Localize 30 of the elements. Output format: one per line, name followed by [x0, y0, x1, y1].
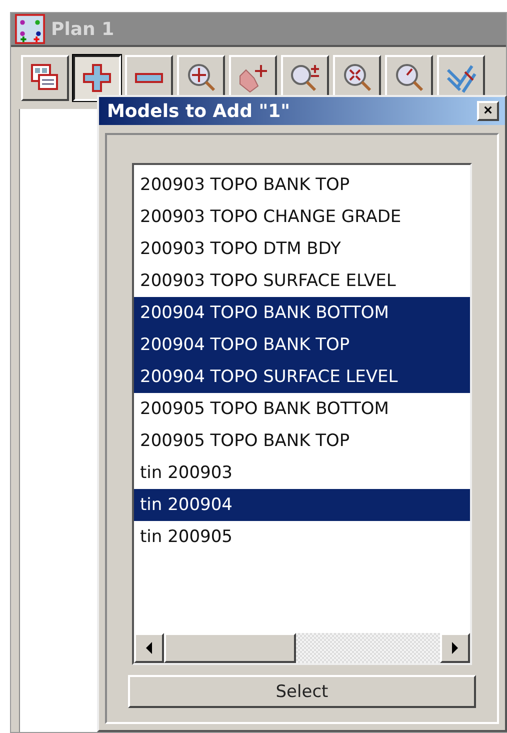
- crossed-lines-icon: [445, 62, 477, 94]
- model-list-item[interactable]: 200904 TOPO BANK BOTTOM: [134, 297, 470, 329]
- magnifier-icon: [185, 62, 217, 94]
- model-list-item[interactable]: 200903 TOPO DTM BDY: [134, 233, 470, 265]
- model-list-item[interactable]: tin 200905: [134, 521, 470, 553]
- horizontal-scrollbar[interactable]: [134, 633, 470, 663]
- model-list-item[interactable]: 200905 TOPO BANK BOTTOM: [134, 393, 470, 425]
- dialog-title: Models to Add "1": [107, 100, 290, 122]
- close-button[interactable]: ×: [477, 101, 499, 121]
- app-icon: [15, 14, 45, 44]
- model-list-item[interactable]: 200903 TOPO CHANGE GRADE: [134, 201, 470, 233]
- model-list-item[interactable]: 200905 TOPO BANK TOP: [134, 425, 470, 457]
- scroll-right-button[interactable]: [440, 633, 470, 663]
- model-list-item[interactable]: 200903 TOPO BANK TOP: [134, 169, 470, 201]
- model-list-item[interactable]: 200904 TOPO SURFACE LEVEL: [134, 361, 470, 393]
- scroll-thumb[interactable]: [164, 633, 296, 663]
- left-arrow-icon: [146, 642, 152, 654]
- model-list-item[interactable]: tin 200903: [134, 457, 470, 489]
- model-list-item[interactable]: 200904 TOPO BANK TOP: [134, 329, 470, 361]
- scroll-left-button[interactable]: [134, 633, 164, 663]
- magnifier-icon: [393, 62, 425, 94]
- model-list-item[interactable]: 200903 TOPO SURFACE ELVEL: [134, 265, 470, 297]
- model-list-item[interactable]: tin 200904: [134, 489, 470, 521]
- select-button[interactable]: Select: [128, 675, 476, 708]
- toolbar-button[interactable]: [73, 55, 121, 101]
- zoom-icon: [289, 62, 321, 94]
- plus-icon: [81, 62, 113, 94]
- window-title: Plan 1: [51, 18, 114, 40]
- magnifier-icon: [341, 62, 373, 94]
- right-arrow-icon: [452, 642, 458, 654]
